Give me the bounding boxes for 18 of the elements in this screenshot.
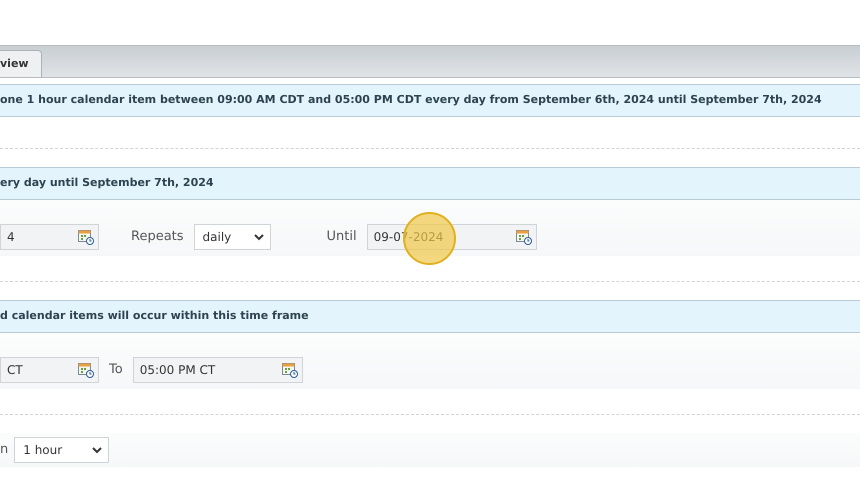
section-banner: one 1 hour calendar item between 09:00 AM CDT and 05:00 PM CDT every day from September 6th, 2024 until September 7th, 2024 bbox=[0, 84, 860, 117]
tab[interactable]: view bbox=[0, 50, 42, 77]
calendar-icon[interactable] bbox=[78, 362, 94, 378]
section-banner: ery day until September 7th, 2024 bbox=[0, 167, 860, 200]
calendar-icon[interactable] bbox=[282, 362, 298, 378]
dropdown[interactable]: 1 hour bbox=[14, 437, 110, 463]
field-label: To bbox=[109, 361, 123, 380]
field-label: Until bbox=[326, 228, 357, 246]
date-field[interactable]: CT bbox=[0, 357, 99, 383]
dropdown[interactable]: daily bbox=[194, 224, 271, 250]
date-field[interactable]: 05:00 PM CT bbox=[132, 357, 303, 383]
field-label: n bbox=[0, 441, 8, 460]
chevron-down-icon bbox=[254, 234, 264, 240]
calendar-icon[interactable] bbox=[78, 229, 94, 245]
field-label: Repeats bbox=[131, 228, 184, 246]
chevron-down-icon bbox=[92, 446, 102, 454]
date-field[interactable]: 4 bbox=[0, 224, 99, 250]
section-banner: d calendar items will occur within this time frame bbox=[0, 300, 860, 333]
